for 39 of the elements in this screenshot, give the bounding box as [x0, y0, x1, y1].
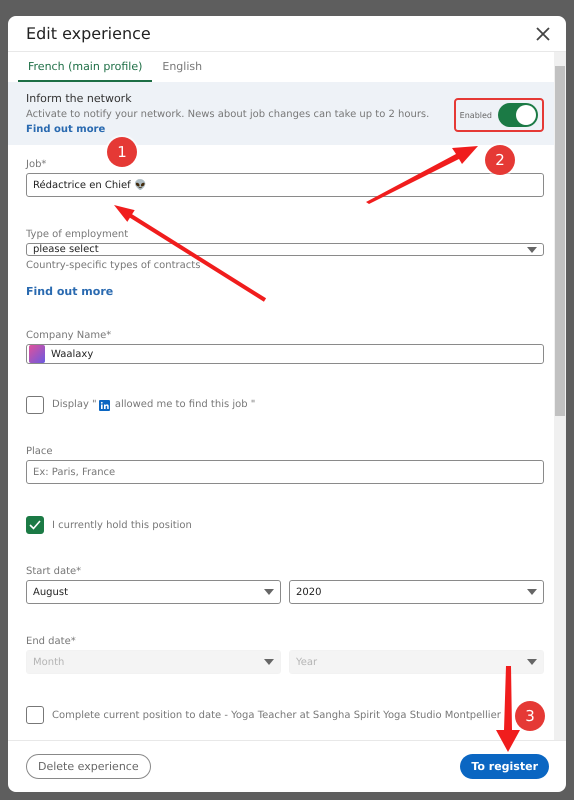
- dialog-title: Edit experience: [26, 24, 151, 43]
- month-select[interactable]: August: [26, 580, 281, 604]
- field-hint: Country-specific types of contracts: [26, 260, 202, 271]
- field-label: End date*: [26, 636, 76, 647]
- field-label: Company Name*: [26, 330, 112, 341]
- delete-button[interactable]: Delete experience: [26, 754, 151, 779]
- check-icon: [29, 520, 41, 530]
- register-button[interactable]: To register: [460, 754, 549, 779]
- checkbox[interactable]: [26, 396, 44, 414]
- caret-icon: [264, 659, 274, 665]
- field-label: Start date*: [26, 566, 82, 577]
- checkbox[interactable]: [26, 706, 44, 724]
- text-field[interactable]: Ex: Paris, France: [26, 460, 544, 484]
- close-icon[interactable]: [534, 24, 552, 42]
- field-label: Place: [26, 446, 53, 457]
- year-select[interactable]: 2020: [289, 580, 544, 604]
- checkbox-label: Display " allowed me to find this job ": [52, 399, 256, 411]
- caret-icon: [527, 589, 537, 595]
- toggle-switch[interactable]: [498, 103, 538, 127]
- find-out-more-link[interactable]: Find out more: [26, 124, 106, 135]
- notify-title: Inform the network: [26, 92, 133, 105]
- scrollbar[interactable]: [554, 52, 566, 740]
- caret-icon: [527, 246, 537, 252]
- text-field[interactable]: Rédactrice en Chief 👽: [26, 173, 544, 197]
- linkedin-logo-icon: [98, 400, 110, 411]
- toggle-label: Enabled: [460, 110, 492, 120]
- caret-icon: [264, 589, 274, 595]
- caret-icon: [527, 659, 537, 665]
- notify-description: Activate to notify your network. News about job changes can take up to 2 hours. Find out more: [26, 108, 430, 137]
- checkbox-label: I currently hold this position: [52, 520, 192, 530]
- find-out-more-link[interactable]: Find out more: [26, 285, 544, 298]
- field-label: Type of employment: [26, 229, 128, 240]
- checkbox[interactable]: [26, 516, 44, 534]
- tab[interactable]: English: [152, 52, 212, 82]
- checkbox-label: Complete current position to date - Yoga Teacher at Sangha Spirit Yoga Studio Montpellier: [52, 710, 501, 720]
- company-logo-icon: [29, 345, 45, 363]
- company-field[interactable]: Waalaxy: [26, 344, 544, 364]
- select-field[interactable]: please select: [26, 243, 544, 256]
- field-label: Job*: [26, 159, 46, 170]
